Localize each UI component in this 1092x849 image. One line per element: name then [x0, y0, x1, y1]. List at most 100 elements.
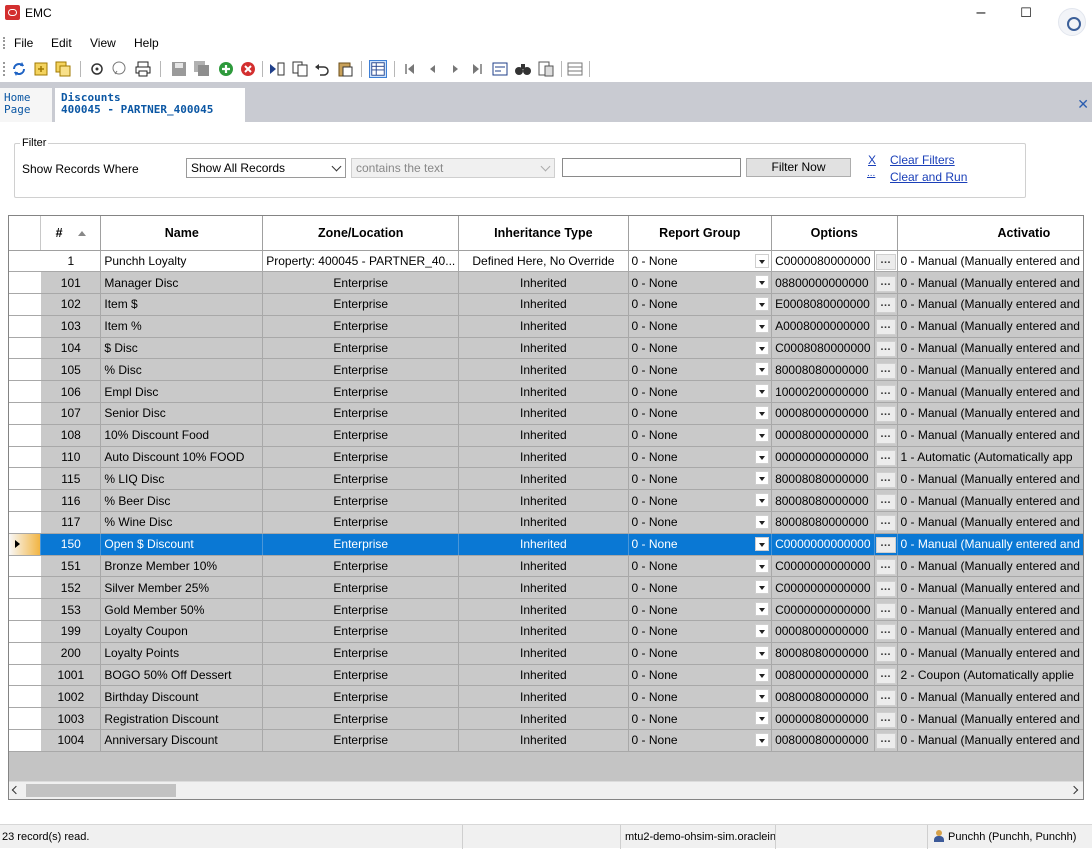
cell-activation[interactable]: 0 - Manual (Manually entered and — [897, 642, 1083, 665]
cell-options[interactable]: 08800000000000 — [771, 271, 875, 295]
minimize-button[interactable]: – — [958, 2, 1004, 24]
cell-inheritance[interactable]: Inherited — [458, 315, 629, 338]
cell-inheritance[interactable]: Inherited — [458, 489, 629, 513]
cell-activation[interactable]: 0 - Manual (Manually entered and — [897, 467, 1083, 491]
clear-and-run-link[interactable]: Clear and Run — [890, 170, 967, 184]
row-selector[interactable] — [9, 337, 42, 360]
table-row[interactable]: 153 Gold Member 50% Enterprise Inherited 0 -… — [9, 598, 1083, 622]
ellipsis-button[interactable]: … — [875, 559, 896, 576]
table-row[interactable]: 103 Item % Enterprise Inherited 0 - None A000… — [9, 315, 1083, 338]
dropdown-arrow-icon[interactable] — [755, 297, 770, 312]
save-all-icon[interactable] — [193, 60, 211, 78]
row-selector[interactable] — [9, 446, 42, 469]
cell-inheritance[interactable]: Inherited — [458, 293, 629, 316]
cell-zone[interactable]: Enterprise — [262, 271, 460, 295]
cell-options-button[interactable]: … — [874, 642, 898, 665]
cell-options[interactable]: C0000000000000 — [771, 576, 875, 600]
cell-name[interactable]: Bronze Member 10% — [100, 555, 264, 578]
dropdown-arrow-icon[interactable] — [755, 340, 770, 355]
cell-zone[interactable]: Enterprise — [262, 424, 460, 447]
cell-activation[interactable]: 2 - Coupon (Automatically applie — [897, 664, 1083, 687]
cell-inheritance[interactable]: Inherited — [458, 358, 629, 382]
cell-zone[interactable]: Enterprise — [262, 729, 460, 752]
cell-zone[interactable]: Enterprise — [262, 533, 460, 556]
cell-options-button[interactable]: … — [874, 489, 898, 513]
cell-inheritance[interactable]: Inherited — [458, 729, 629, 752]
table-row[interactable]: 152 Silver Member 25% Enterprise Inherited 0… — [9, 576, 1083, 600]
cell-options-button[interactable]: … — [874, 685, 898, 709]
dropdown-arrow-icon[interactable] — [755, 406, 770, 421]
row-selector[interactable] — [9, 729, 42, 752]
refresh-icon[interactable] — [10, 60, 28, 78]
cell-activation[interactable]: 1 - Automatic (Automatically app — [897, 446, 1083, 469]
cell-report-group[interactable]: 0 - None — [628, 402, 773, 425]
import-icon[interactable] — [268, 60, 286, 78]
cell-options[interactable]: 80008080000000 — [771, 467, 875, 491]
dropdown-arrow-icon[interactable] — [755, 536, 770, 551]
row-selector[interactable] — [9, 598, 42, 622]
cell-name[interactable]: Item $ — [100, 293, 264, 316]
cell-report-group[interactable]: 0 - None — [628, 511, 773, 534]
cell-name[interactable]: Empl Disc — [100, 380, 264, 404]
row-selector[interactable] — [9, 402, 42, 425]
dropdown-arrow-icon[interactable] — [755, 515, 770, 530]
cell-options[interactable]: C0008080000000 — [771, 337, 875, 360]
filter-value-input[interactable] — [562, 158, 741, 177]
cell-options-button[interactable]: … — [874, 576, 898, 600]
row-selector[interactable] — [9, 315, 42, 338]
dropdown-arrow-icon[interactable] — [755, 711, 770, 726]
ellipsis-button[interactable]: … — [875, 602, 896, 619]
cell-activation[interactable]: 0 - Manual (Manually entered and — [897, 598, 1083, 622]
cell-report-group[interactable]: 0 - None — [628, 555, 773, 578]
clear-filters-icon[interactable]: X — [868, 153, 876, 167]
cell-inheritance[interactable]: Defined Here, No Override — [458, 250, 629, 273]
menu-edit[interactable]: Edit — [51, 36, 72, 50]
cell-report-group[interactable]: 0 - None — [628, 250, 773, 273]
cell-options-button[interactable]: … — [874, 380, 898, 404]
cell-name[interactable]: Loyalty Points — [100, 642, 264, 665]
cell-activation[interactable]: 0 - Manual (Manually entered and — [897, 293, 1083, 316]
dropdown-arrow-icon[interactable] — [755, 427, 770, 442]
delete-icon[interactable] — [239, 60, 257, 78]
copy-icon[interactable] — [291, 60, 309, 78]
cell-options[interactable]: 00008000000000 — [771, 424, 875, 447]
cell-zone[interactable]: Enterprise — [262, 664, 460, 687]
cell-options[interactable]: C0000000000000 — [771, 598, 875, 622]
dropdown-arrow-icon[interactable] — [755, 580, 770, 595]
table-row[interactable]: 102 Item $ Enterprise Inherited 0 - None E000… — [9, 293, 1083, 316]
ellipsis-button[interactable]: … — [875, 406, 896, 423]
cell-report-group[interactable]: 0 - None — [628, 598, 773, 622]
cell-zone[interactable]: Enterprise — [262, 467, 460, 491]
cell-zone[interactable]: Enterprise — [262, 576, 460, 600]
table-row[interactable]: 151 Bronze Member 10% Enterprise Inherited 0… — [9, 555, 1083, 578]
cell-options[interactable]: 00008000000000 — [771, 402, 875, 425]
scroll-left-icon[interactable] — [11, 785, 21, 795]
row-selector[interactable] — [9, 424, 42, 447]
cell-zone[interactable]: Enterprise — [262, 489, 460, 513]
save-icon[interactable] — [170, 60, 188, 78]
ellipsis-button[interactable]: … — [875, 297, 896, 314]
cell-inheritance[interactable]: Inherited — [458, 576, 629, 600]
close-tab-icon[interactable]: ✕ — [1077, 96, 1089, 113]
dropdown-arrow-icon[interactable] — [755, 624, 770, 639]
cell-zone[interactable]: Enterprise — [262, 358, 460, 382]
ellipsis-button[interactable]: … — [875, 493, 896, 510]
table-row[interactable]: 105% Disc Enterprise Inherited 0 - None 8000… — [9, 358, 1083, 382]
cell-options[interactable]: 00800080000000 — [771, 685, 875, 709]
cell-options[interactable]: 10000200000000 — [771, 380, 875, 404]
add-icon[interactable] — [217, 60, 235, 78]
row-selector[interactable] — [9, 271, 42, 295]
row-selector[interactable] — [9, 707, 42, 731]
ellipsis-button[interactable]: … — [875, 733, 896, 750]
filter-now-button[interactable]: Filter Now — [746, 158, 851, 177]
column-header-options[interactable]: Options — [771, 216, 898, 251]
cell-activation[interactable]: 0 - Manual (Manually entered and — [897, 250, 1083, 273]
cell-name[interactable]: Silver Member 25% — [100, 576, 264, 600]
cell-report-group[interactable]: 0 - None — [628, 293, 773, 316]
row-selector[interactable] — [9, 642, 42, 665]
table-row[interactable]: 116% Beer Disc Enterprise Inherited 0 - Non… — [9, 489, 1083, 513]
ellipsis-button[interactable]: … — [875, 471, 896, 488]
table-row[interactable]: 104 $ Disc Enterprise Inherited 0 - None C000… — [9, 337, 1083, 360]
cell-options-button[interactable]: … — [874, 707, 898, 731]
table-row[interactable]: 200 Loyalty Points Enterprise Inherited 0 - … — [9, 642, 1083, 665]
